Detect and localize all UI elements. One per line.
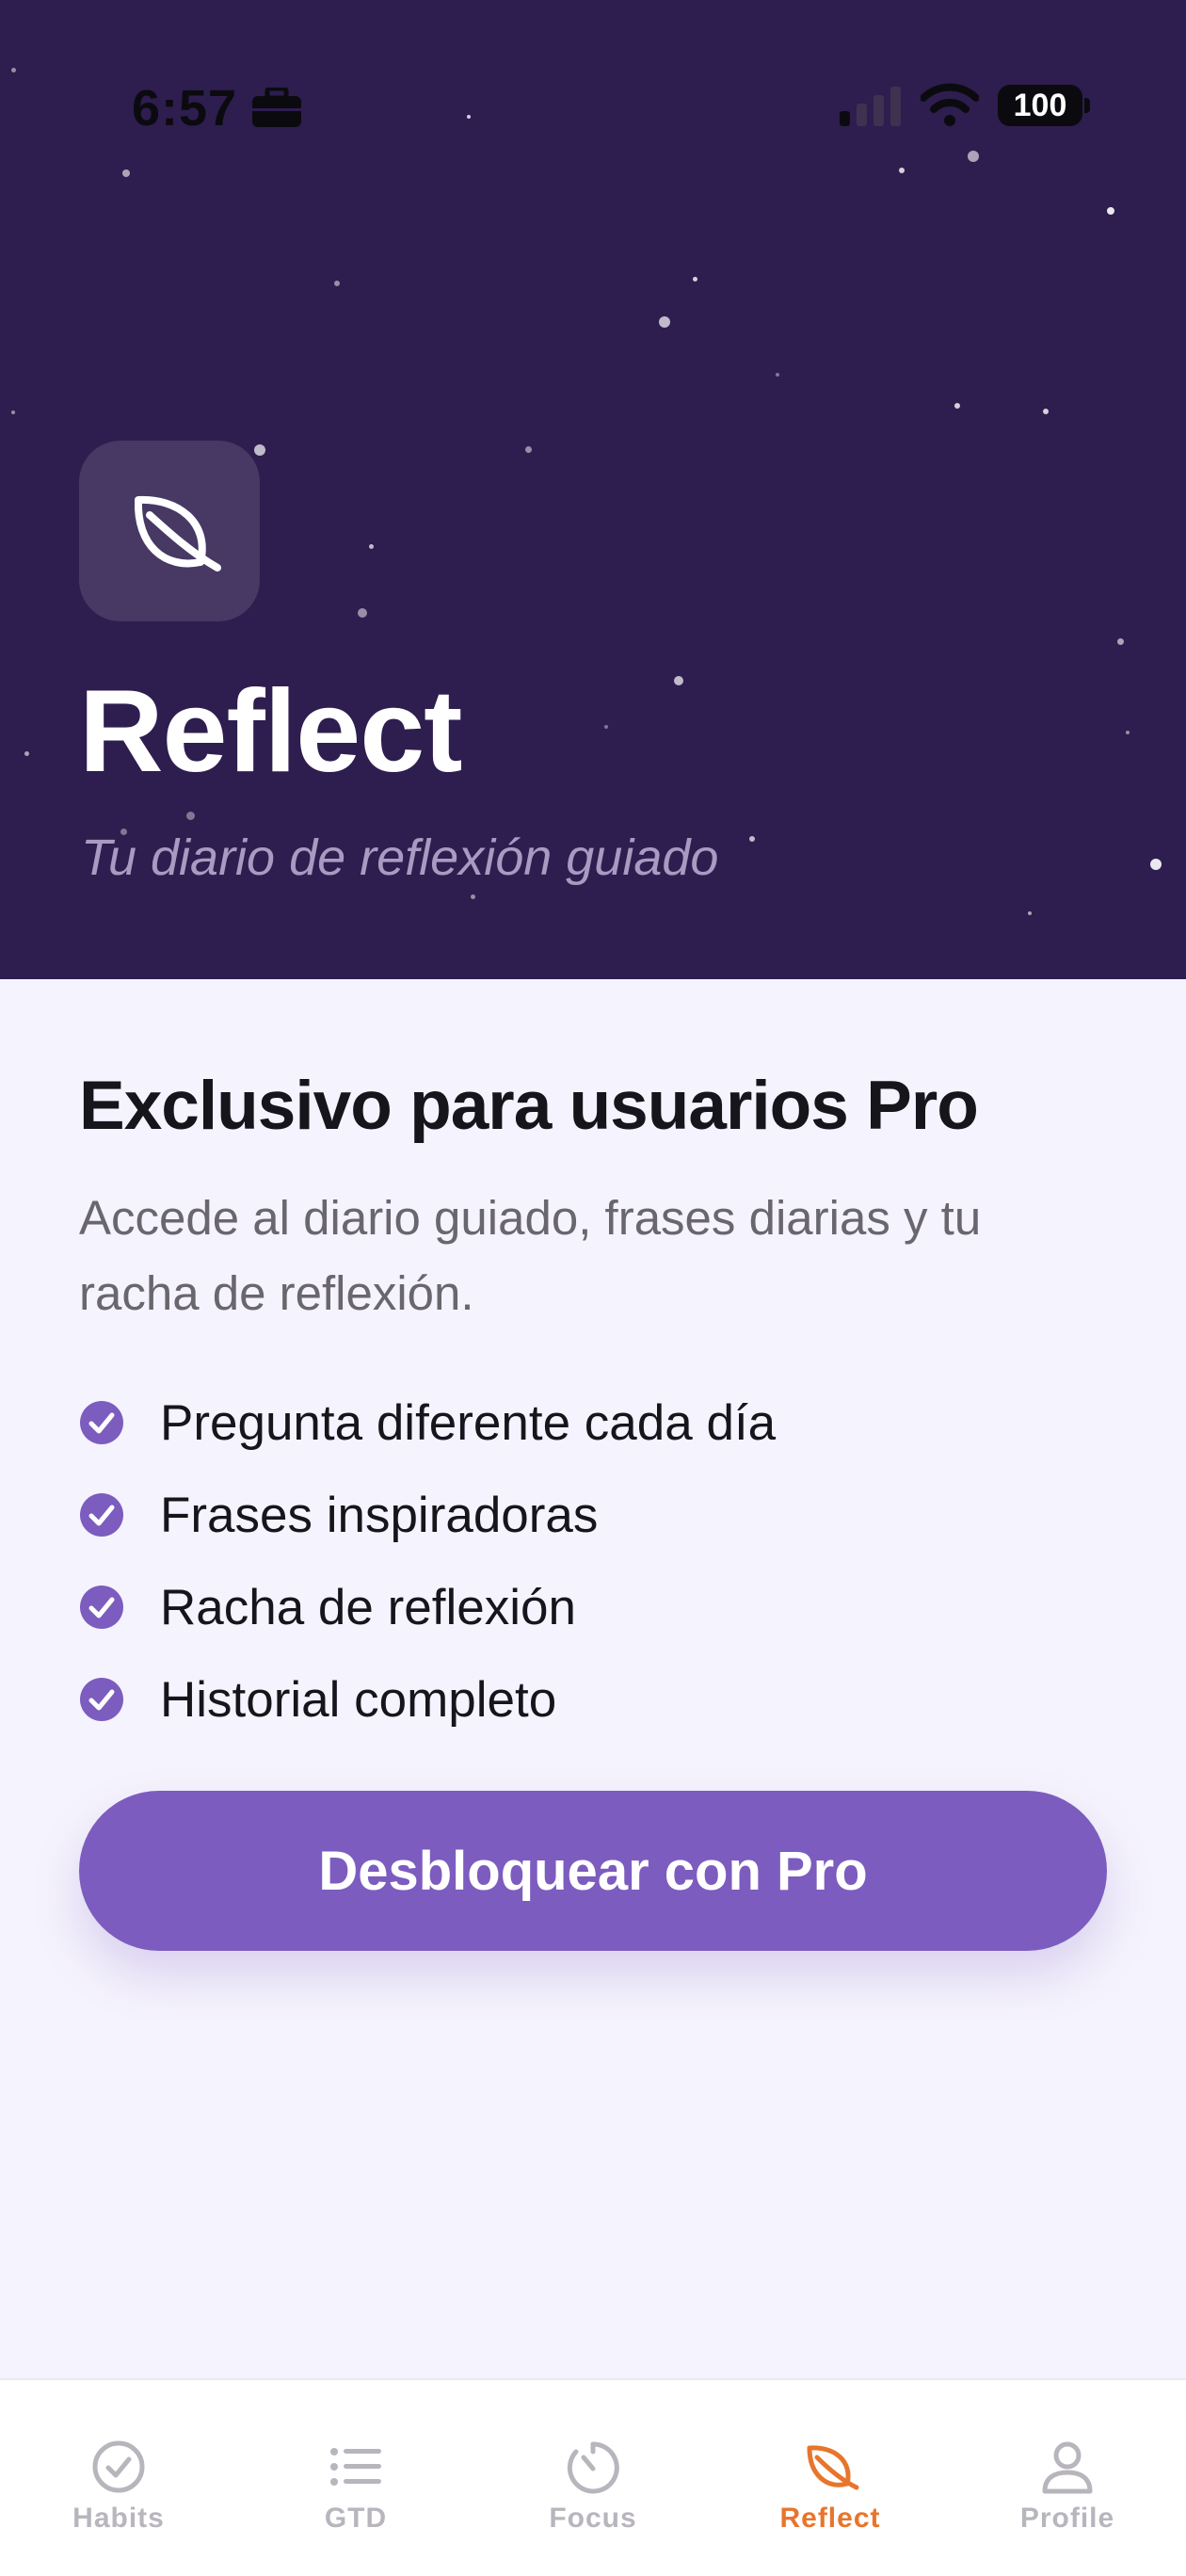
check-badge-icon [80, 1493, 123, 1537]
timer-icon [567, 2441, 619, 2494]
tab-label: Profile [1019, 2503, 1115, 2534]
tab-focus[interactable]: Focus [474, 2380, 712, 2576]
tab-label: Reflect [779, 2503, 881, 2534]
wifi-icon [921, 83, 979, 126]
cellular-signal-icon [840, 87, 901, 126]
check-badge-icon [80, 1678, 123, 1721]
feature-label: Racha de reflexión [160, 1579, 576, 1635]
hero-header: 6:57 100 Reflect Tu diario de reflexión … [0, 0, 1186, 979]
pro-paywall: Exclusivo para usuarios Pro Accede al di… [79, 1064, 1124, 1746]
tab-profile[interactable]: Profile [949, 2380, 1186, 2576]
check-badge-icon [80, 1586, 123, 1629]
tab-label: GTD [324, 2503, 388, 2534]
check-circle-icon [92, 2440, 145, 2493]
app-icon-tile [79, 441, 260, 621]
page-title: Reflect [79, 667, 462, 797]
tab-gtd[interactable]: GTD [237, 2380, 474, 2576]
status-time: 6:57 [132, 80, 238, 137]
briefcase-icon [252, 88, 301, 127]
status-bar: 6:57 100 [0, 0, 1186, 217]
leaf-icon [807, 2445, 859, 2490]
feature-item: Historial completo [79, 1653, 1124, 1746]
battery-indicator: 100 [998, 85, 1082, 126]
feature-label: Frases inspiradoras [160, 1487, 599, 1543]
battery-tip [1084, 98, 1090, 113]
tab-bar: Habits GTD Focus Reflect Profile [0, 2378, 1186, 2576]
paywall-heading: Exclusivo para usuarios Pro [79, 1068, 979, 1144]
list-icon [330, 2448, 381, 2486]
paywall-description: Accede al diario guiado, frases diarias … [79, 1191, 982, 1320]
feature-item: Frases inspiradoras [79, 1469, 1124, 1561]
tab-label: Habits [72, 2503, 165, 2534]
tab-label: Focus [549, 2503, 637, 2534]
unlock-pro-button[interactable]: Desbloquear con Pro [79, 1791, 1107, 1951]
feature-list: Pregunta diferente cada día Frases inspi… [79, 1377, 1124, 1746]
person-icon [1042, 2441, 1093, 2494]
feature-item: Racha de reflexión [79, 1561, 1124, 1653]
page-subtitle: Tu diario de reflexión guiado [81, 829, 719, 886]
tab-habits[interactable]: Habits [0, 2380, 237, 2576]
tab-reflect[interactable]: Reflect [712, 2380, 949, 2576]
leaf-icon [134, 495, 221, 572]
feature-label: Pregunta diferente cada día [160, 1394, 777, 1451]
feature-item: Pregunta diferente cada día [79, 1377, 1124, 1469]
check-badge-icon [80, 1401, 123, 1444]
feature-label: Historial completo [160, 1671, 557, 1728]
